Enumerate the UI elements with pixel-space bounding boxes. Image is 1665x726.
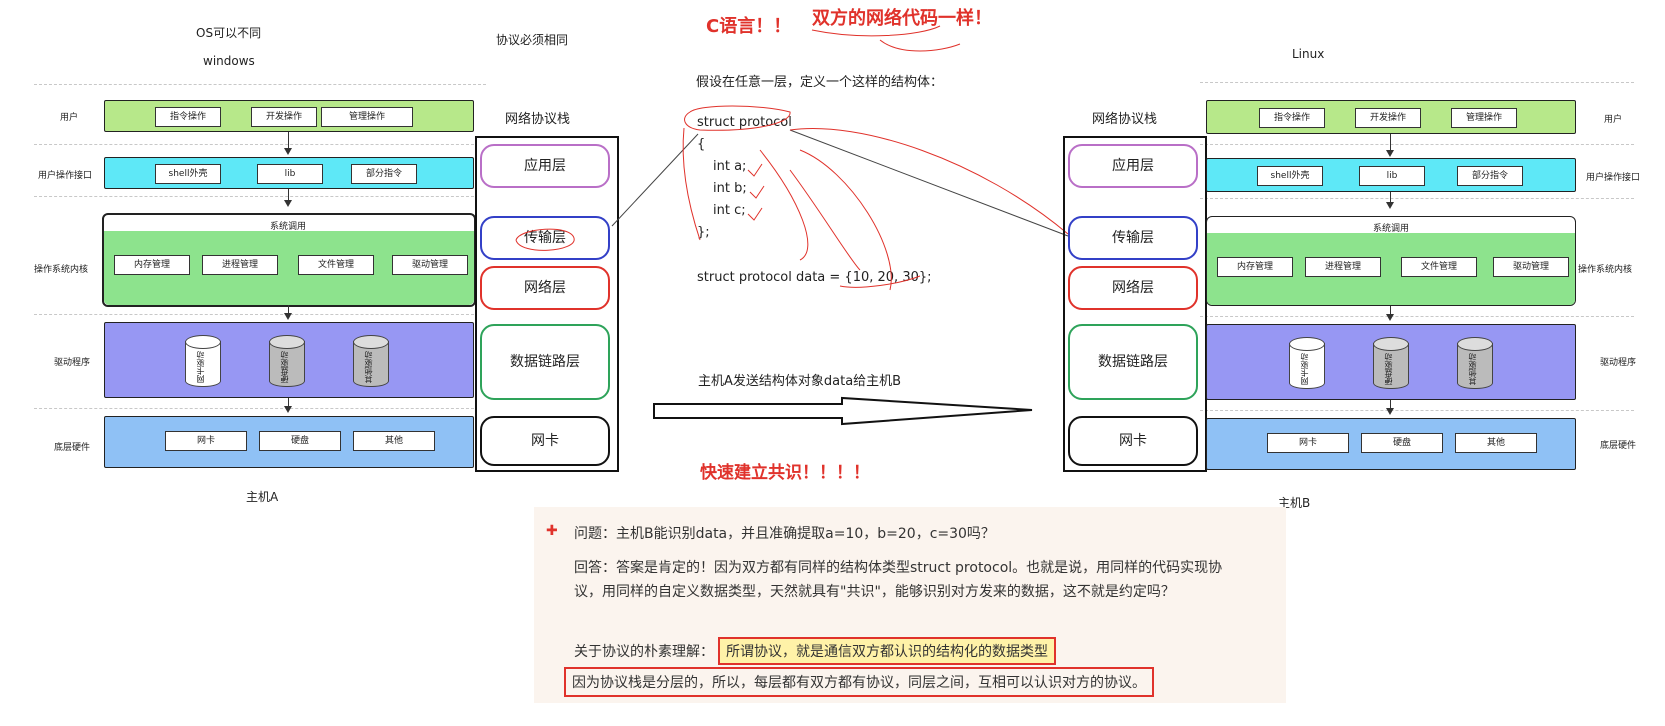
answer-line-2: 议，用同样的自定义数据类型，天然就具有"共识"，能够识别对方发来的数据，这不就是… <box>574 584 1175 600</box>
right-kernel-mem: 内存管理 <box>1217 257 1293 277</box>
right-user-cmd: 指令操作 <box>1259 108 1325 128</box>
right-row-kernel: 操作系统内核 <box>1578 265 1633 275</box>
right-user-dev: 开发操作 <box>1355 108 1421 128</box>
send-arrow <box>653 396 1033 426</box>
layered-protocol-text: 因为协议栈是分层的，所以，每层都有双方都有协议，同层之间，互相可以认识对方的协议… <box>564 667 1154 697</box>
right-row-driver: 驱动程序 <box>1600 358 1637 368</box>
answer-line-1: 回答：答案是肯定的！因为双方都有同样的结构体类型struct protocol。… <box>574 560 1223 576</box>
right-hw-disk: 硬盘 <box>1361 433 1443 453</box>
right-iface-shell: shell外壳 <box>1257 166 1323 186</box>
right-layer-nic: 网卡 <box>1068 416 1198 466</box>
right-driver-other: 其他驱动 <box>1457 337 1493 391</box>
red-scribble-dataline <box>839 275 921 288</box>
right-row-hardware: 底层硬件 <box>1600 441 1637 451</box>
right-row-interface: 用户操作接口 <box>1586 173 1641 183</box>
right-layer-datalink: 数据链路层 <box>1068 324 1198 400</box>
right-user-admin: 管理操作 <box>1451 108 1517 128</box>
right-kernel-proc: 进程管理 <box>1305 257 1381 277</box>
red-scribble-brace <box>682 127 701 241</box>
red-scribble-arcs <box>759 127 1069 291</box>
consensus-text: 快速建立共识！！！！ <box>700 463 870 483</box>
right-driver-nic: 网卡驱动 <box>1289 337 1325 391</box>
right-protocol-stack: 应用层 传输层 网络层 数据链路层 网卡 <box>1063 136 1207 472</box>
right-layer-network: 网络层 <box>1068 266 1198 310</box>
right-driver-band: 网卡驱动 硬盘驱动 其他驱动 <box>1206 324 1576 400</box>
right-iface-partial: 部分指令 <box>1457 166 1523 186</box>
right-hardware-band: 网卡 硬盘 其他 <box>1206 418 1576 470</box>
red-scribble-transport <box>515 228 575 251</box>
understand-prefix: 关于协议的朴素理解： <box>574 644 714 660</box>
right-hw-other: 其他 <box>1455 433 1537 453</box>
right-kernel-file: 文件管理 <box>1401 257 1477 277</box>
right-kernel-band: 系统调用 内存管理 进程管理 文件管理 驱动管理 <box>1206 216 1576 306</box>
right-user-band: 指令操作 开发操作 管理操作 <box>1206 100 1576 134</box>
pin-icon: ✚ <box>546 523 558 539</box>
right-iface-lib: lib <box>1359 166 1425 186</box>
question-text: 问题：主机B能识别data，并且准确提取a=10，b=20，c=30吗？ <box>574 526 995 542</box>
red-scribble-struct <box>684 105 791 131</box>
right-hw-nic: 网卡 <box>1267 433 1349 453</box>
right-stack-title: 网络协议栈 <box>1092 112 1158 127</box>
right-layer-app: 应用层 <box>1068 144 1198 188</box>
right-os-name: Linux <box>1292 47 1325 61</box>
right-row-user: 用户 <box>1604 115 1623 125</box>
qa-note-box: ✚ 问题：主机B能识别data，并且准确提取a=10，b=20，c=30吗？ 回… <box>534 507 1286 703</box>
right-kernel-driver: 驱动管理 <box>1493 257 1569 277</box>
red-scribble-title <box>811 25 961 52</box>
red-scribble-ticks <box>747 163 765 221</box>
right-interface-band: shell外壳 lib 部分指令 <box>1206 158 1576 192</box>
understand-highlight: 所谓协议，就是通信双方都认识的结构化的数据类型 <box>718 637 1056 665</box>
connector-right <box>789 129 1069 237</box>
right-driver-disk: 硬盘驱动 <box>1373 337 1409 391</box>
right-layer-transport: 传输层 <box>1068 216 1198 260</box>
